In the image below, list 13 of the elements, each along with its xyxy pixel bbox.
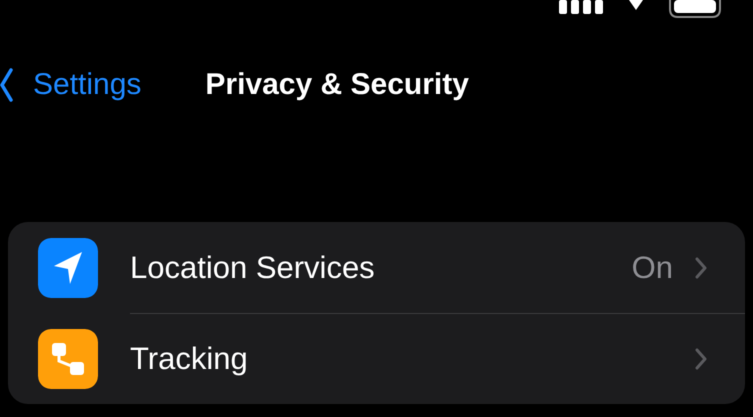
chevron-left-icon — [0, 68, 13, 102]
battery-icon — [669, 0, 721, 18]
signal-icon — [559, 0, 603, 14]
settings-row[interactable]: Location Services On — [8, 222, 745, 313]
row-label: Tracking — [130, 341, 249, 377]
wifi-icon — [629, 0, 643, 10]
row-value: On — [632, 250, 673, 286]
back-button[interactable]: Settings — [0, 68, 142, 102]
settings-row[interactable]: Tracking — [8, 313, 745, 404]
chevron-right-icon — [695, 256, 707, 278]
row-label: Location Services — [130, 250, 376, 286]
page-title: Privacy & Security — [205, 68, 469, 102]
chevron-right-icon — [695, 348, 707, 370]
